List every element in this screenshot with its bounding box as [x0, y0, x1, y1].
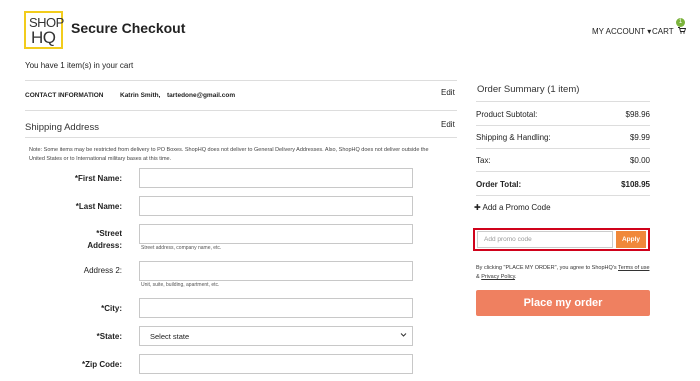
divider [25, 80, 457, 81]
address2-label: Address 2: [83, 266, 122, 275]
shipping-restriction-note: Note: Some items may be restricted from … [29, 147, 429, 162]
summary-row-tax: Tax: $0.00 [476, 156, 650, 165]
summary-label: Product Subtotal: [476, 110, 538, 119]
order-summary-heading: Order Summary (1 item) [477, 84, 580, 95]
zip-code-label: *Zip Code: [82, 360, 122, 369]
edit-contact-link[interactable]: Edit [441, 88, 455, 97]
divider [476, 195, 650, 196]
summary-value: $0.00 [629, 156, 650, 165]
promo-code-highlight: Add promo code Apply [473, 228, 650, 251]
summary-row-subtotal: Product Subtotal: $98.96 [476, 110, 650, 119]
street-address-label-line2: Address: [87, 241, 122, 250]
address2-hint: Unit, suite, building, apartment, etc. [141, 282, 220, 288]
zip-code-input[interactable] [139, 354, 413, 374]
first-name-input[interactable] [139, 168, 413, 188]
summary-label: Shipping & Handling: [476, 133, 551, 142]
order-total-label: Order Total: [476, 180, 522, 189]
legal-agreement-text: By clicking "PLACE MY ORDER", you agree … [476, 264, 652, 282]
cart-label: CART [652, 27, 674, 36]
summary-value: $9.99 [629, 133, 650, 142]
state-label: *State: [96, 332, 122, 341]
legal-suffix: . [515, 274, 517, 280]
summary-value: $98.96 [625, 110, 650, 119]
place-order-button[interactable]: Place my order [476, 290, 650, 316]
summary-label: Tax: [476, 156, 491, 165]
cart-link[interactable]: CART [652, 27, 686, 36]
first-name-label: *First Name: [74, 174, 122, 183]
promo-code-input[interactable]: Add promo code [477, 231, 613, 248]
state-select[interactable]: Select state [139, 326, 413, 346]
cart-item-count: You have 1 item(s) in your cart [25, 61, 134, 70]
legal-prefix: By clicking "PLACE MY ORDER", you agree … [476, 265, 617, 271]
apply-promo-button[interactable]: Apply [616, 231, 646, 248]
city-input[interactable] [139, 298, 413, 318]
last-name-input[interactable] [139, 196, 413, 216]
order-total-value: $108.95 [621, 180, 650, 189]
my-account-menu[interactable]: MY ACCOUNT ▾ [592, 27, 651, 36]
chevron-down-icon [400, 331, 407, 340]
divider [476, 101, 650, 102]
divider [476, 125, 650, 126]
shipping-address-heading: Shipping Address [25, 122, 99, 133]
logo-text-hq: HQ [31, 28, 56, 47]
contact-name: Katrin Smith, [120, 92, 161, 99]
divider [25, 110, 457, 111]
contact-email: tartedone@gmail.com [167, 92, 236, 99]
last-name-label: *Last Name: [75, 202, 122, 211]
divider [476, 171, 650, 172]
summary-row-shipping: Shipping & Handling: $9.99 [476, 133, 650, 142]
page-title: Secure Checkout [71, 20, 186, 36]
city-label: *City: [101, 304, 122, 313]
address2-input[interactable] [139, 261, 413, 281]
privacy-policy-link[interactable]: Privacy Policy [481, 274, 515, 280]
contact-information-label: CONTACT INFORMATION [25, 92, 104, 99]
edit-shipping-link[interactable]: Edit [441, 120, 455, 129]
street-address-label-line1: *Street [96, 229, 122, 238]
divider [25, 137, 457, 138]
cart-count-badge: 1 [676, 18, 685, 27]
cart-icon [677, 27, 686, 36]
legal-and: & [476, 274, 480, 280]
summary-row-total: Order Total: $108.95 [476, 180, 650, 189]
shophq-logo[interactable]: SHOP HQ [24, 11, 64, 49]
state-select-value: Select state [150, 332, 190, 341]
street-address-input[interactable] [139, 224, 413, 244]
add-promo-code-link[interactable]: ✚ Add a Promo Code [474, 203, 551, 212]
street-address-hint: Street address, company name, etc. [141, 245, 222, 251]
terms-of-use-link[interactable]: Terms of use [618, 265, 649, 271]
divider [476, 148, 650, 149]
